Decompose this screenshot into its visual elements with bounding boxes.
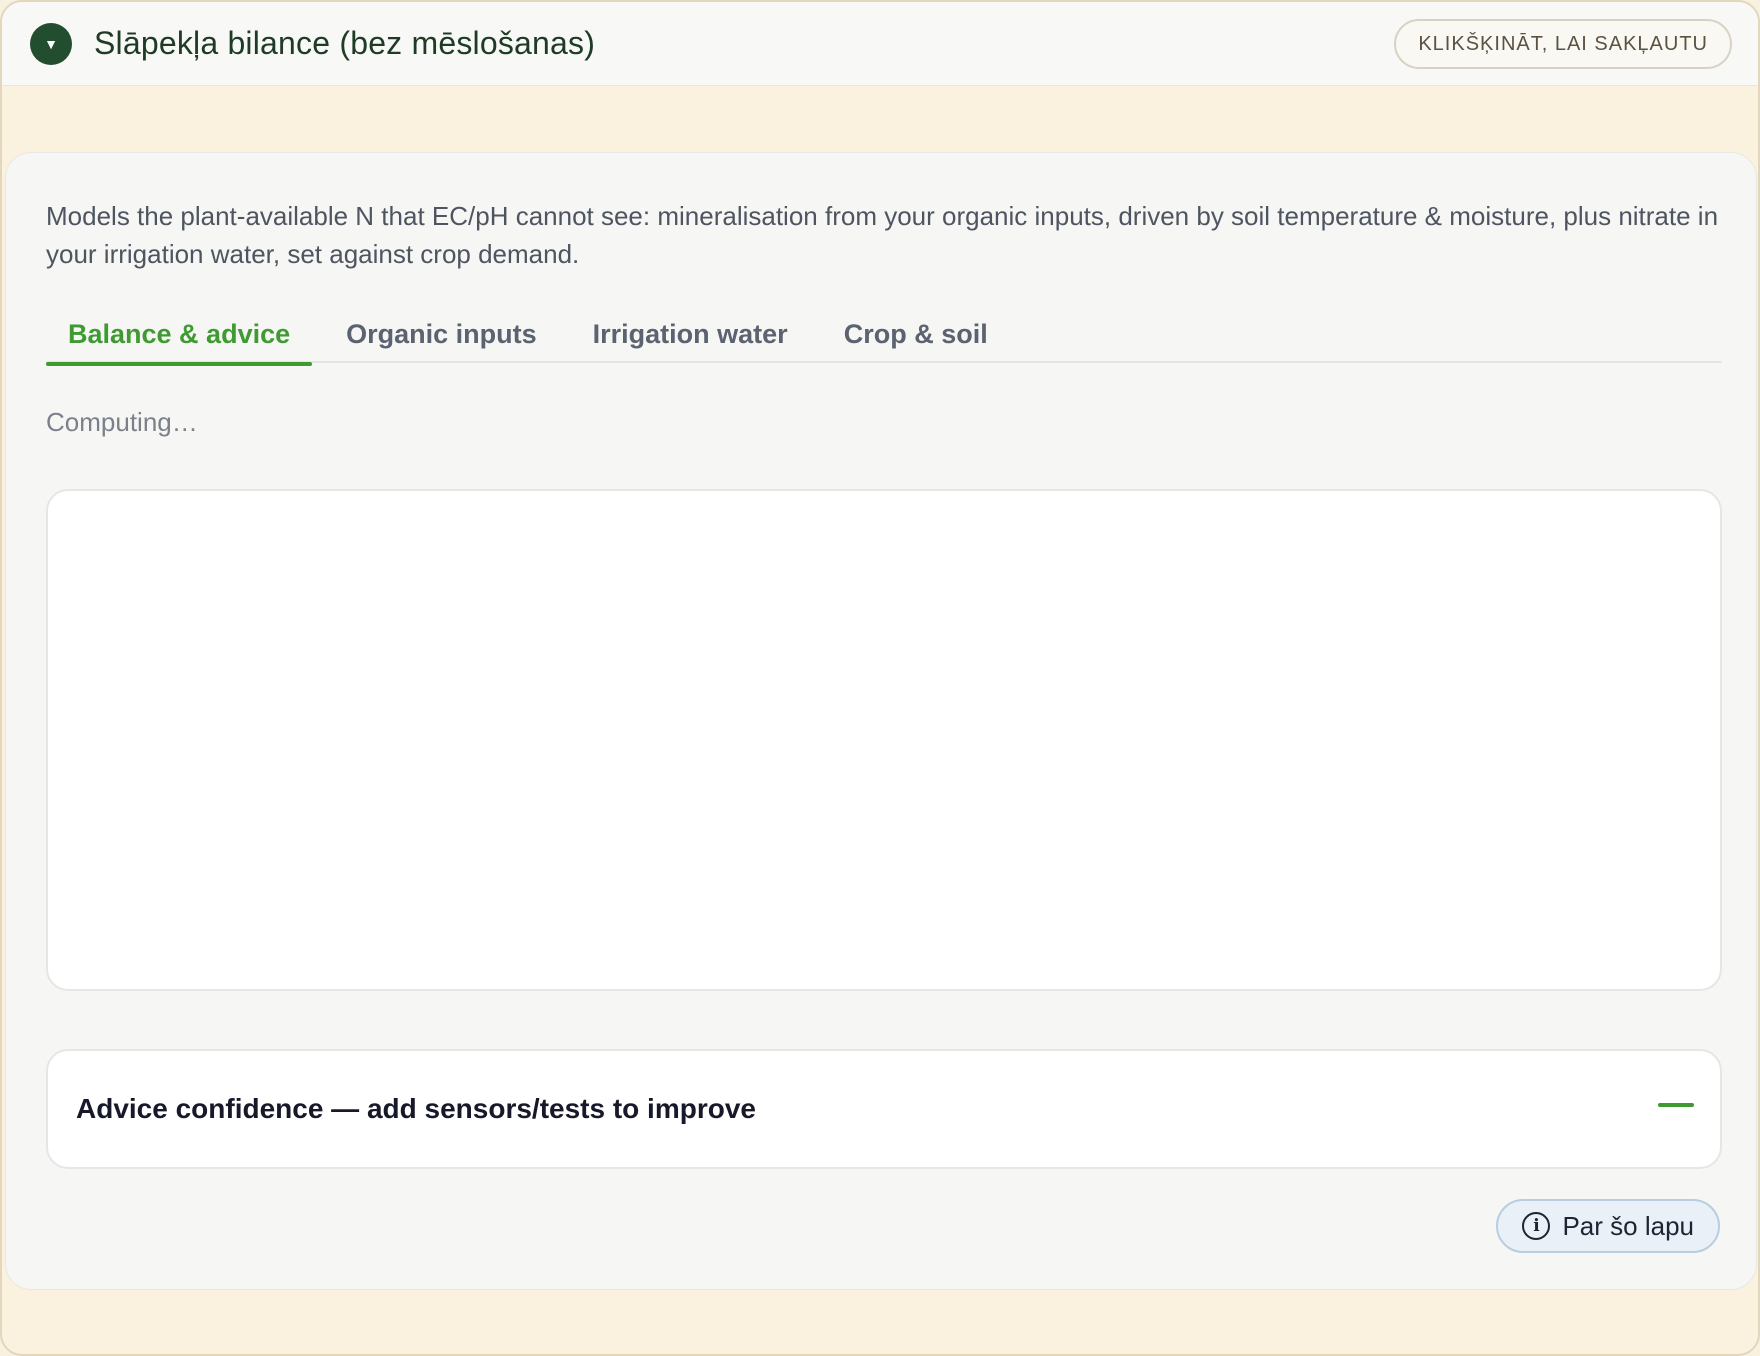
section-header[interactable]: ▼ Slāpekļa bilance (bez mēslošanas) KLIK… [2, 2, 1758, 86]
collapse-button[interactable]: KLIKŠĶINĀT, LAI SAKĻAUTU [1394, 19, 1732, 69]
advice-confidence-section[interactable]: Advice confidence — add sensors/tests to… [46, 1049, 1722, 1169]
about-page-button[interactable]: i Par šo lapu [1496, 1199, 1720, 1253]
collapse-minus-icon[interactable] [1658, 1103, 1694, 1107]
info-icon: i [1522, 1212, 1551, 1240]
tab-organic-inputs[interactable]: Organic inputs [324, 305, 559, 363]
nitrogen-balance-panel: Models the plant-available N that EC/pH … [5, 152, 1757, 1290]
intro-text: Models the plant-available N that EC/pH … [46, 201, 1719, 269]
about-page-label: Par šo lapu [1562, 1210, 1694, 1241]
computing-status: Computing… [46, 407, 198, 437]
expand-toggle-icon[interactable]: ▼ [30, 22, 72, 65]
tab-crop-soil[interactable]: Crop & soil [822, 305, 1010, 363]
section-title: Slāpekļa bilance (bez mēslošanas) [94, 25, 596, 61]
app-frame: ▼ Slāpekļa bilance (bez mēslošanas) KLIK… [0, 0, 1760, 1356]
tab-balance-advice[interactable]: Balance & advice [46, 305, 313, 366]
tab-irrigation-water[interactable]: Irrigation water [571, 305, 810, 363]
advice-confidence-title: Advice confidence — add sensors/tests to… [76, 1093, 756, 1124]
balance-chart-area [46, 489, 1722, 991]
tab-bar: Balance & advice Organic inputs Irrigati… [46, 305, 1722, 366]
